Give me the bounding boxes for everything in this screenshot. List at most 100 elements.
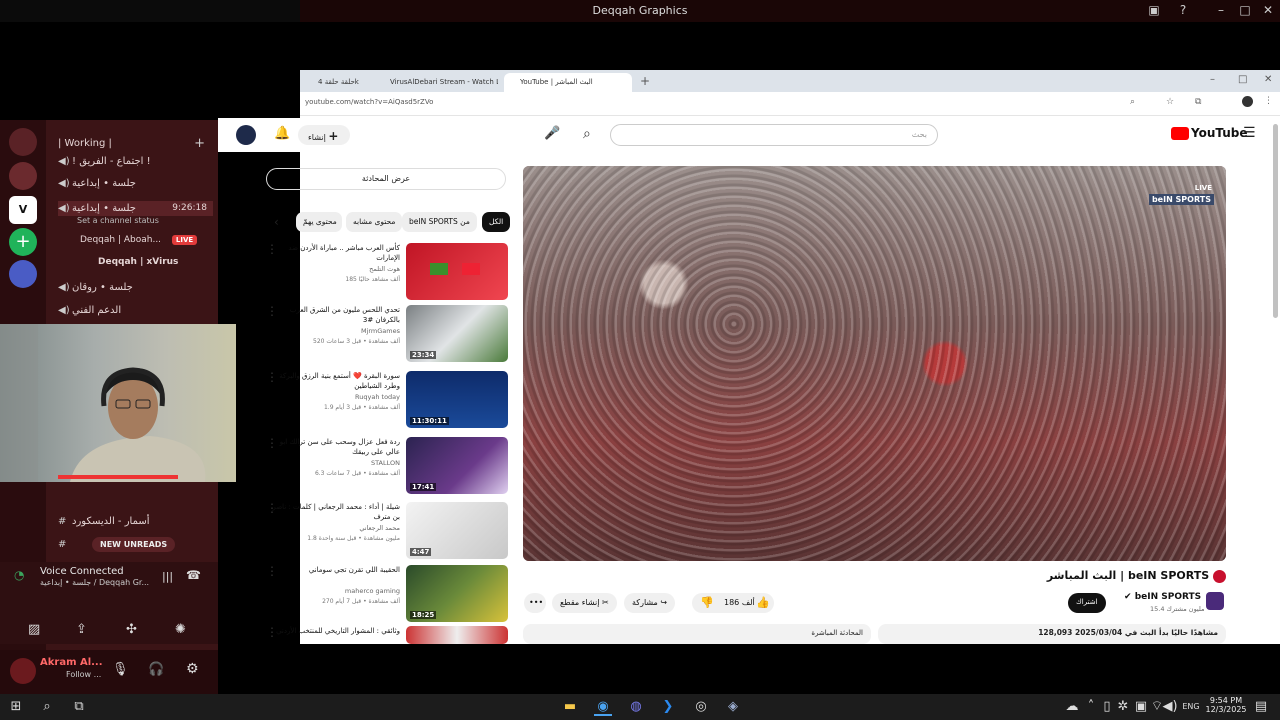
- chip[interactable]: beIN SPORTS من: [402, 212, 477, 232]
- chip[interactable]: محتوى مشابه: [346, 212, 403, 232]
- channel-avatar[interactable]: [1206, 592, 1224, 610]
- video-thumbnail[interactable]: [406, 243, 508, 300]
- new-tab-icon[interactable]: +: [640, 74, 650, 88]
- settings-icon[interactable]: ⚙: [186, 661, 199, 677]
- tray-icon[interactable]: ✲: [1114, 698, 1132, 716]
- more-actions-button[interactable]: •••: [524, 593, 546, 613]
- chevron-left-icon[interactable]: ‹: [274, 215, 279, 229]
- dislike-icon[interactable]: 👎: [700, 596, 714, 609]
- mic-icon[interactable]: 🎤: [544, 126, 560, 141]
- hamburger-menu-icon[interactable]: ☰: [1243, 125, 1256, 141]
- scrollbar[interactable]: [1273, 124, 1278, 318]
- sidebar-video[interactable]: ⋮ 11:30:11 سورة البقرة ❤️ أستمع بنية الر…: [266, 371, 510, 429]
- sidebar-video[interactable]: ⋮ 17:41 ردة فعل عزال وسحب على سن ترالك ا…: [266, 437, 510, 495]
- extensions-icon[interactable]: ⧉: [1195, 97, 1201, 107]
- url-text[interactable]: youtube.com/watch?v=AiQasd5rZVo: [305, 98, 433, 106]
- voice-member[interactable]: Deqqah | xVirus: [98, 257, 178, 267]
- search-input[interactable]: بحث ⌕: [583, 124, 938, 146]
- text-channel-hash[interactable]: #: [58, 539, 72, 550]
- server-v-icon[interactable]: V: [9, 196, 37, 224]
- subscribe-button[interactable]: اشتراك: [1068, 593, 1106, 613]
- video-thumbnail[interactable]: 23:34: [406, 305, 508, 362]
- clip-button[interactable]: إنشاء مقطع ✂: [552, 593, 617, 613]
- close-button[interactable]: ✕: [1264, 74, 1272, 85]
- start-icon[interactable]: ⊞: [7, 698, 25, 716]
- clock[interactable]: 9:54 PM 12/3/2025: [1204, 696, 1248, 714]
- sidebar-video[interactable]: ⋮ 23:34 تحدي اللحس مليون من الشرق العرب …: [266, 305, 510, 363]
- video-thumbnail[interactable]: 11:30:11: [406, 371, 508, 428]
- video-thumbnail[interactable]: [406, 626, 508, 644]
- like-count[interactable]: 186 ألف: [724, 598, 755, 607]
- channel-name[interactable]: ✔ beIN SPORTS: [1124, 592, 1201, 602]
- share-button[interactable]: مشاركة ↪: [624, 593, 676, 613]
- server-icon[interactable]: [9, 128, 37, 156]
- create-button[interactable]: إنشاء +: [298, 125, 350, 145]
- video-thumbnail[interactable]: 4:47: [406, 502, 508, 559]
- text-channel[interactable]: # أسمار - الديسكورد: [58, 516, 150, 527]
- voice-member[interactable]: Deqqah | Aboah... LIVE: [80, 235, 198, 245]
- bell-icon[interactable]: 🔔: [274, 126, 290, 141]
- avatar[interactable]: [10, 658, 36, 684]
- microphone-icon[interactable]: 🎙: [112, 662, 129, 677]
- sidebar-video[interactable]: ⋮ 18:25 الحقيبة اللي تقرن تجي سوماني mah…: [266, 565, 510, 623]
- volume-icon[interactable]: ◀): [1161, 698, 1179, 716]
- voice-channel[interactable]: ◀) الدعم الفني: [58, 305, 121, 316]
- new-unreads-button[interactable]: NEW UNREADS: [92, 537, 176, 552]
- tab[interactable]: VirusAlDebari Stream - Watch L...: [374, 73, 498, 92]
- tab[interactable]: حلقة حلقة 4k: [302, 73, 370, 92]
- chat-toggle-button[interactable]: عرض المحادثة: [266, 168, 506, 190]
- chip[interactable]: محتوى يهمّ: [296, 212, 342, 232]
- soundboard-icon[interactable]: ✺: [175, 622, 186, 637]
- chip-all[interactable]: الكل: [482, 212, 511, 232]
- category-label[interactable]: | Working |: [58, 138, 112, 149]
- minimize-button[interactable]: –: [1210, 74, 1215, 85]
- video-player[interactable]: LIVE beIN SPORTS: [523, 166, 1226, 561]
- add-server-icon[interactable]: +: [9, 228, 37, 256]
- live-chat-header[interactable]: المحادثة المباشرة: [523, 624, 871, 644]
- menu-icon[interactable]: ⋮: [1264, 96, 1273, 106]
- camera-icon[interactable]: ▨: [28, 622, 40, 637]
- minimize-button[interactable]: –: [1211, 3, 1231, 17]
- voice-channel[interactable]: ◀)! اجتماع - الفريق !: [58, 156, 151, 167]
- steam-icon[interactable]: ◈: [724, 698, 742, 716]
- discord-icon[interactable]: ◍: [627, 698, 645, 716]
- video-description[interactable]: 128,093 مشاهدًا حاليًا بدأ البث في 2025/…: [878, 624, 1226, 644]
- search-icon[interactable]: ⌕: [583, 126, 591, 142]
- star-icon[interactable]: ☆: [1166, 97, 1174, 107]
- voice-channel-name[interactable]: جلسة • إبداعية / Deqqah Gr...: [40, 578, 149, 587]
- server-icon[interactable]: [9, 162, 37, 190]
- task-view-icon[interactable]: ⧉: [70, 698, 88, 716]
- address-bar[interactable]: youtube.com/watch?v=AiQasd5rZVo ⌕ ☆ ⧉ ⋮: [300, 92, 1280, 116]
- headphones-icon[interactable]: 🎧: [148, 662, 164, 677]
- notifications-icon[interactable]: ▤: [1252, 698, 1270, 716]
- user-avatar[interactable]: [236, 125, 256, 145]
- signal-icon[interactable]: ◔: [14, 568, 24, 582]
- maximize-button[interactable]: □: [1238, 74, 1247, 85]
- file-explorer-icon[interactable]: ▬: [561, 698, 579, 716]
- language-indicator[interactable]: ENG: [1179, 698, 1203, 716]
- sidebar-video[interactable]: ⋮ وثائقي : المشوار التاريخي للمنتخب الأر…: [270, 626, 510, 644]
- sidebar-video[interactable]: ⋮ 4:47 شيلة | أداء : محمد الرجعاني | كلم…: [266, 502, 510, 560]
- video-thumbnail[interactable]: 17:41: [406, 437, 508, 494]
- zoom-icon[interactable]: ⌕: [1130, 97, 1135, 107]
- search-icon[interactable]: ⌕: [38, 698, 56, 716]
- profile-avatar[interactable]: [1242, 96, 1253, 107]
- maximize-button[interactable]: □: [1235, 3, 1255, 17]
- sidebar-video[interactable]: ⋮ كأس العرب مباشر .. مباراة الأردن ضد ال…: [266, 243, 510, 301]
- activities-icon[interactable]: ✣: [126, 622, 137, 637]
- close-button[interactable]: ✕: [1258, 3, 1278, 17]
- obs-icon[interactable]: ◎: [692, 698, 710, 716]
- server-icon[interactable]: [9, 260, 37, 288]
- add-channel-icon[interactable]: +: [194, 136, 205, 151]
- tab-active[interactable]: YouTube | البث المباشر: [504, 73, 632, 92]
- help-icon[interactable]: ?: [1173, 3, 1193, 17]
- screen-share-icon[interactable]: ⇪: [76, 622, 87, 637]
- voice-channel-active[interactable]: ◀) جلسة • إبداعية 9:26:18: [58, 201, 213, 216]
- voice-channel[interactable]: ◀) جلسة • إبداعية: [58, 178, 136, 189]
- screen-icon[interactable]: ▣: [1144, 3, 1164, 17]
- vscode-icon[interactable]: ❯: [659, 698, 677, 716]
- voice-channel[interactable]: ◀) جلسة • روقان: [58, 282, 133, 293]
- like-icon[interactable]: 👍: [756, 596, 770, 609]
- chrome-icon[interactable]: ◉: [594, 698, 612, 716]
- weather-icon[interactable]: ☁: [1063, 698, 1081, 716]
